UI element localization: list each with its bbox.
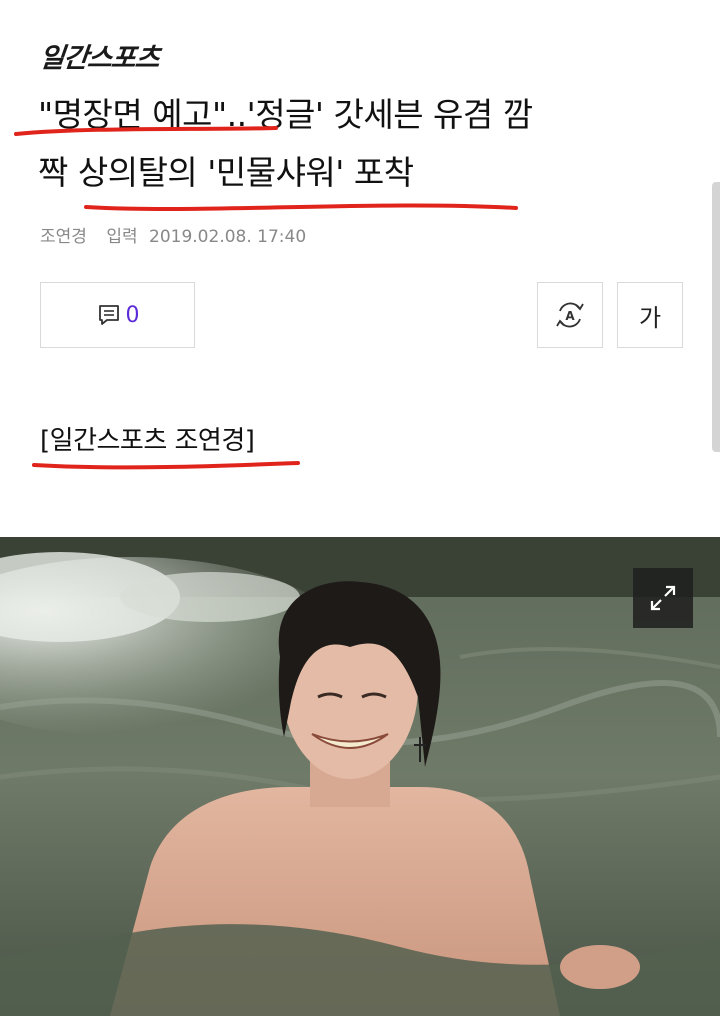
publication-logo[interactable]: 일간스포츠 xyxy=(38,36,161,75)
photo-expand-button[interactable] xyxy=(633,568,693,628)
byline: 조연경 입력 2019.02.08. 17:40 xyxy=(40,222,306,247)
expand-icon xyxy=(650,585,676,611)
scrollbar[interactable] xyxy=(712,182,720,452)
auto-summary-icon: A xyxy=(556,302,584,328)
article-headline: "명장면 예고"..'정글' 갓세븐 유겸 깜 짝 상의탈의 '민물샤워' 포착 xyxy=(38,86,688,202)
photo-credit: [일간스포츠 조연경] xyxy=(40,426,255,456)
photo-illustration xyxy=(0,537,720,1016)
author-name: 조연경 xyxy=(40,227,87,247)
auto-summary-button[interactable]: A xyxy=(537,282,603,348)
published-date: 2019.02.08. 17:40 xyxy=(149,227,307,247)
font-size-button[interactable]: 가 xyxy=(617,282,683,348)
article-page: 일간스포츠 "명장면 예고"..'정글' 갓세븐 유겸 깜 짝 상의탈의 '민물… xyxy=(0,0,720,1016)
headline-line-1: "명장면 예고"..'정글' 갓세븐 유겸 깜 xyxy=(38,95,533,134)
comment-icon xyxy=(98,305,119,325)
headline-line-2: 짝 상의탈의 '민물샤워' 포착 xyxy=(38,153,414,192)
svg-text:A: A xyxy=(565,309,575,323)
published-label: 입력 xyxy=(106,227,138,247)
comment-button[interactable]: 0 xyxy=(40,282,195,348)
article-photo[interactable] xyxy=(0,537,720,1016)
comment-count: 0 xyxy=(125,302,140,328)
